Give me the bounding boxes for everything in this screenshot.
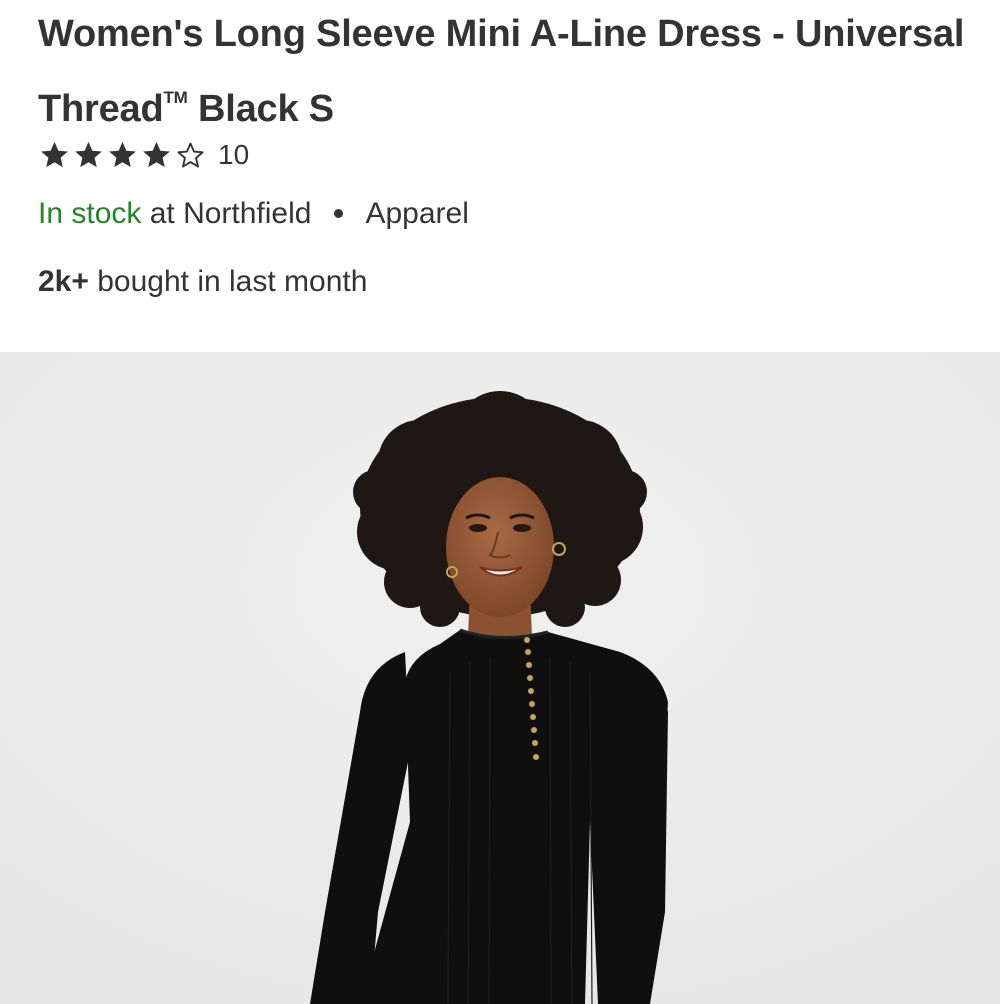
separator-dot	[334, 208, 344, 218]
trademark-symbol: TM	[163, 88, 188, 107]
rating-summary[interactable]: 10	[38, 133, 249, 177]
availability-line: In stock at Northfield Apparel	[38, 193, 469, 235]
star-filled-icon	[143, 141, 170, 168]
rating-count: 10	[218, 139, 250, 170]
star-filled-icon	[41, 141, 68, 168]
product-title-main: Women's Long Sleeve Mini A-Line Dress - …	[38, 13, 965, 130]
purchase-count-text: bought in last month	[88, 265, 368, 298]
store-location[interactable]: at Northfield	[141, 197, 312, 230]
product-info-panel: Women's Long Sleeve Mini A-Line Dress - …	[0, 0, 1000, 352]
product-title: Women's Long Sleeve Mini A-Line Dress - …	[38, 2, 968, 141]
in-stock-status: In stock	[38, 197, 142, 230]
star-filled-icon	[75, 141, 102, 168]
star-rating	[38, 139, 208, 171]
star-filled-icon	[109, 141, 136, 168]
purchase-count-line: 2k+ bought in last month	[38, 261, 367, 303]
product-image[interactable]	[0, 352, 1000, 1004]
star-outline-icon	[177, 142, 204, 168]
model-photo	[0, 352, 1000, 1004]
product-variant: Black S	[187, 88, 334, 130]
category-label[interactable]: Apparel	[365, 197, 468, 230]
purchase-count: 2k+	[38, 265, 89, 298]
